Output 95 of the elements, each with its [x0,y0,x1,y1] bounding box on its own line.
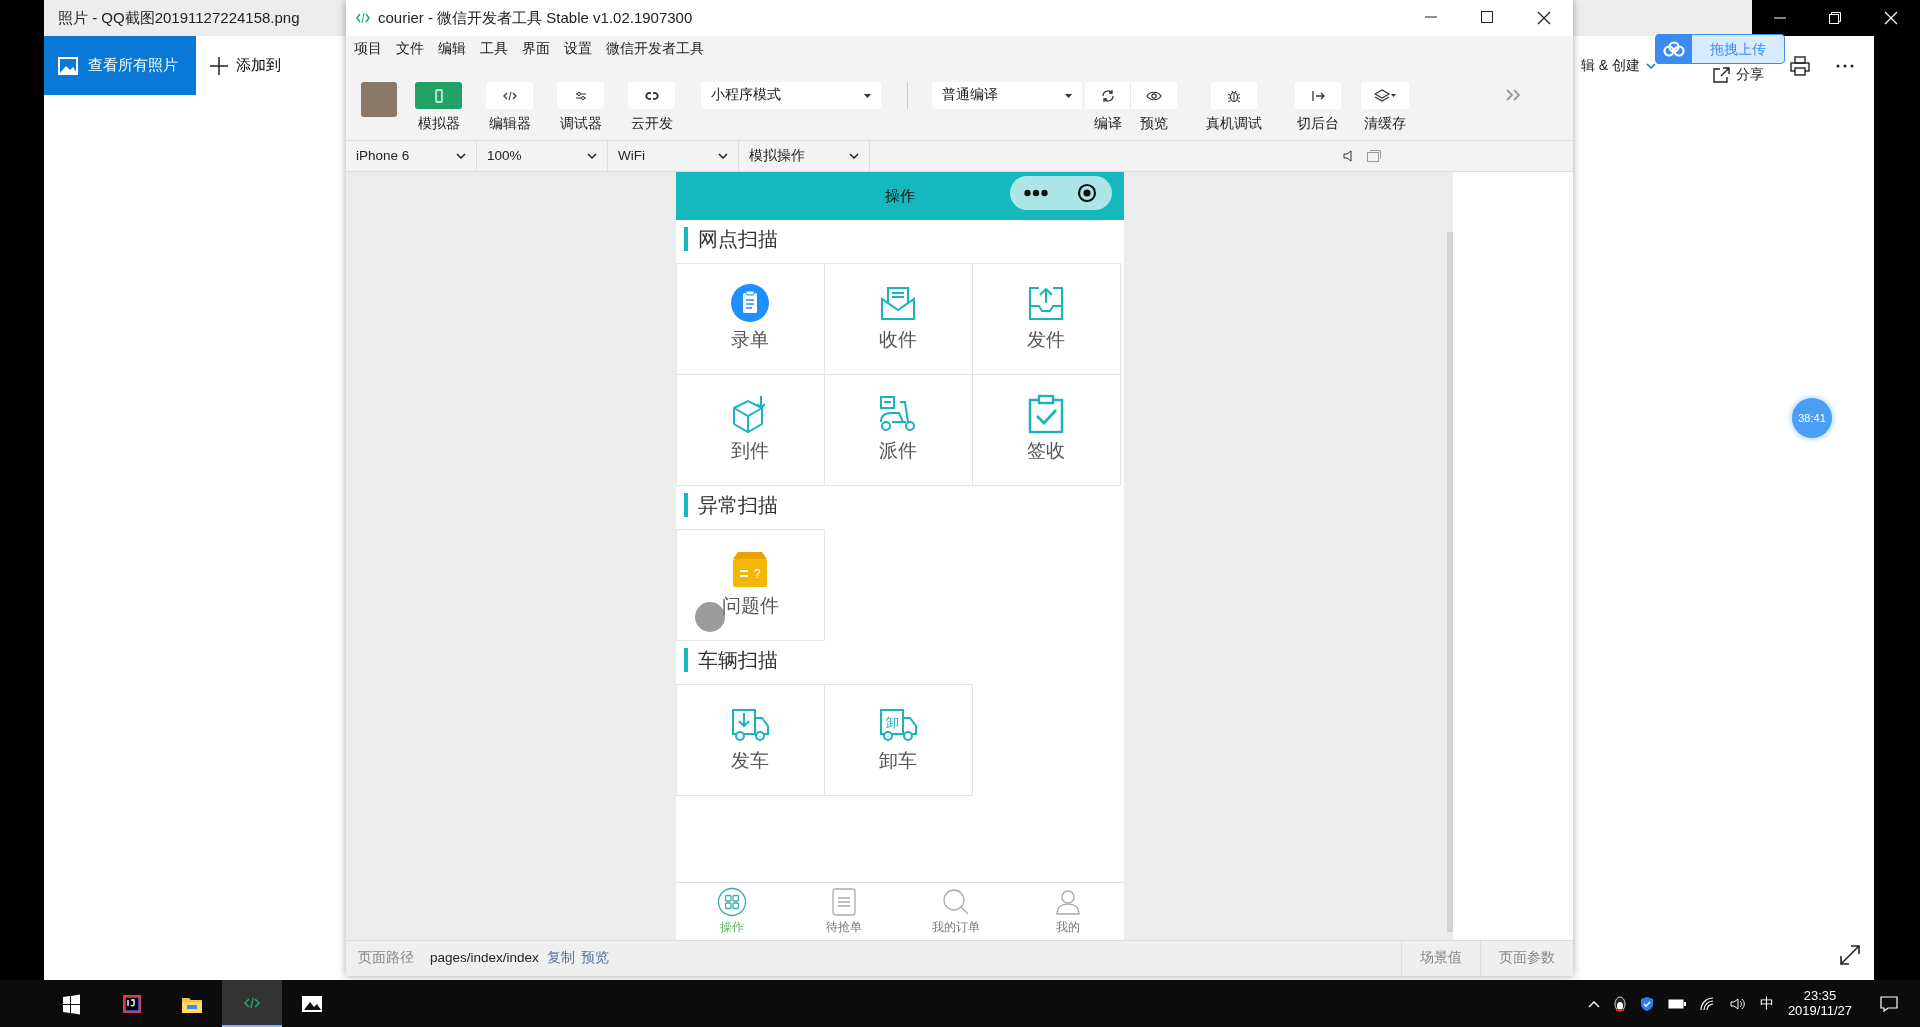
toolbar-toggle[interactable]: 调试器 [545,82,616,135]
view-all-photos-button[interactable]: 查看所有照片 [44,36,196,95]
tab[interactable]: 待抢单 [787,883,900,940]
resize-icon[interactable] [1839,944,1861,966]
search-icon [940,887,971,917]
tile-label: 到件 [731,439,769,464]
battery-icon[interactable] [1667,998,1686,1009]
volume-icon[interactable] [1729,996,1746,1011]
maximize-icon[interactable] [1481,11,1493,23]
caret-icon [1065,93,1072,98]
chevron-down-icon [849,153,859,159]
window-title: courier - 微信开发者工具 Stable v1.02.1907300 [378,7,693,28]
tile-label: 发件 [1027,328,1065,353]
code-icon [356,13,370,23]
grid-tile[interactable]: 卸 卸车 [823,684,973,796]
chevrons-right-icon[interactable] [1505,88,1521,102]
section-marker [683,648,688,672]
more-icon[interactable] [1836,63,1854,68]
record-icon[interactable] [1077,183,1097,203]
chevron-up-icon[interactable] [1587,999,1600,1008]
mode-select[interactable]: 小程序模式 [701,82,881,109]
page-title: 操作 [884,185,915,206]
section-title: 异常扫描 [697,493,778,518]
menu-item[interactable]: 文件 [396,38,424,60]
grid-tile[interactable]: 到件 [675,374,825,486]
menu-item[interactable]: 界面 [522,38,550,60]
window-icon[interactable] [1367,150,1381,162]
tile-label: 签收 [1027,439,1065,464]
windows-icon [61,992,83,1015]
image-icon [58,56,78,75]
toolbar-toggle[interactable]: 模拟器 [403,82,474,135]
menu-item[interactable]: 微信开发者工具 [606,38,704,60]
print-icon[interactable] [1790,55,1810,76]
plus-icon [210,56,228,75]
shield-icon[interactable] [1639,995,1654,1012]
grid-tile[interactable]: 签收 [971,374,1121,486]
share-button[interactable]: 分享 [1712,64,1764,85]
clipboard-check-icon [1026,394,1066,435]
section-marker [683,227,688,251]
tile-label: 派件 [879,439,917,464]
compile-select[interactable]: 普通编译 [932,82,1082,109]
section-title: 网点扫描 [697,227,778,252]
tile-label: 发车 [731,749,769,774]
refresh-icon [1099,87,1116,104]
toolbar-toggle[interactable]: 云开发 [616,82,687,135]
chevron-down-icon [456,153,466,159]
grid-tile[interactable]: ? 问题件 [675,529,825,641]
restore-icon[interactable] [1829,12,1841,24]
chevron-down-icon [718,153,728,159]
grid-tile[interactable]: 发车 [675,684,825,796]
menu-item[interactable]: 编辑 [438,38,466,60]
notification-icon[interactable] [1880,995,1898,1012]
tile-label: 问题件 [721,594,779,619]
more-icon[interactable] [1024,189,1048,197]
tile-label: 卸车 [879,749,917,774]
chevron-down-icon [1646,62,1656,69]
ide-icon [121,992,143,1015]
taskbar-app[interactable] [222,980,282,1027]
edit-create-menu[interactable]: 辑 & 创建 [1580,55,1656,76]
window-title: 照片 - QQ截图20191127224158.png [58,7,300,28]
tab[interactable]: 我的 [1011,883,1124,940]
section-marker [683,493,688,517]
menu-item[interactable]: 项目 [354,38,382,60]
cloud-icon [1662,41,1686,57]
layers-icon [1374,87,1396,104]
clock-date: 2019/11/27 [1787,1003,1852,1019]
wifi-icon[interactable] [1699,996,1716,1011]
share-icon [1712,65,1730,84]
grid-icon [716,887,747,917]
preview-link[interactable]: 预览 [580,948,609,969]
section-title: 车辆扫描 [697,648,778,673]
tile-label: 录单 [731,328,769,353]
scrollbar[interactable] [1447,232,1453,932]
speaker-icon[interactable] [1343,150,1353,162]
caret-icon [864,93,871,98]
page-path: pages/index/index [430,949,539,968]
copy-link[interactable]: 复制 [546,948,575,969]
clock-time: 23:35 [1803,988,1837,1004]
toolbar-action[interactable]: 真机调试 [1199,82,1269,135]
path-label: 页面路径 [358,949,414,968]
tile-label: 收件 [879,328,917,353]
menu-item[interactable]: 设置 [564,38,592,60]
toolbar-toggle[interactable]: 编辑器 [474,82,545,135]
clipboard-icon [730,283,770,324]
add-to-button[interactable]: 添加到 [196,54,295,77]
input-method[interactable]: 中 [1759,993,1774,1014]
grid-tile[interactable]: 发件 [971,263,1121,375]
timer-badge: 38:41 [1792,398,1832,438]
device-select[interactable]: iPhone 6 [346,141,477,171]
tab[interactable]: 我的订单 [899,883,1012,940]
close-icon[interactable] [1537,11,1551,25]
chevron-down-icon [587,153,597,159]
menu-item[interactable]: 工具 [480,38,508,60]
penguin-icon[interactable] [1613,995,1626,1012]
grid-tile[interactable]: 录单 [675,263,825,375]
